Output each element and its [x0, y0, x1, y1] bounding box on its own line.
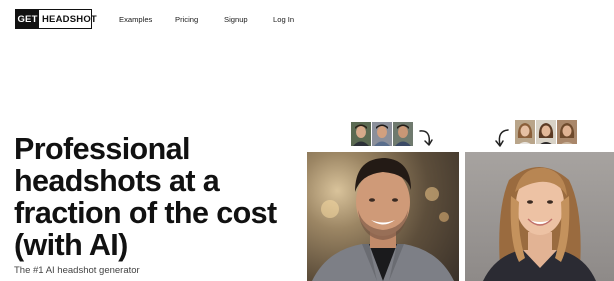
- selfie-thumbnail: [393, 122, 413, 146]
- hero-title-line-2: headshots at a: [14, 164, 220, 198]
- selfie-thumbnail: [515, 120, 535, 144]
- headshot-image-woman: [465, 152, 614, 281]
- selfie-thumbnail: [536, 120, 556, 144]
- nav-signup[interactable]: Signup: [224, 15, 248, 24]
- logo-get: GET: [16, 10, 39, 28]
- logo[interactable]: GET HEADSHOT: [15, 9, 97, 29]
- hero-title-line-4: (with AI): [14, 228, 128, 262]
- input-selfies-man: [351, 122, 413, 146]
- hero-subtitle: The #1 AI headshot generator: [14, 265, 140, 276]
- nav-examples[interactable]: Examples: [119, 15, 152, 24]
- nav-pricing[interactable]: Pricing: [175, 15, 198, 24]
- curved-arrow-down-icon: [419, 130, 433, 146]
- hero-title: Professional headshots at a fraction of …: [14, 133, 304, 261]
- logo-wordmark: HEADSHOT: [42, 13, 97, 25]
- selfie-thumbnail: [351, 122, 371, 146]
- hero-title-line-3: fraction of the cost: [14, 196, 277, 230]
- selfie-thumbnail: [372, 122, 392, 146]
- hero-title-line-1: Professional: [14, 132, 190, 166]
- selfie-thumbnail: [557, 120, 577, 144]
- curved-arrow-down-icon: [495, 129, 509, 147]
- input-selfies-woman: [515, 120, 577, 144]
- nav-login[interactable]: Log In: [273, 15, 294, 24]
- headshot-image-man: [307, 152, 459, 281]
